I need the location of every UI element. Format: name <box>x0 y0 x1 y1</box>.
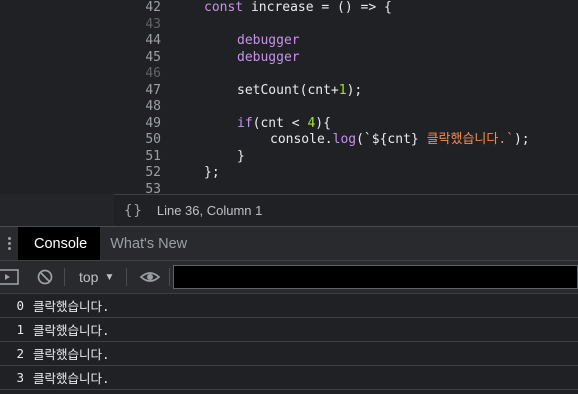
tab-whats-new[interactable]: What's New <box>100 227 197 260</box>
code-line-52: }; <box>204 165 220 180</box>
message-text: 클락했습니다. <box>33 299 110 314</box>
line-number[interactable]: 46 <box>121 66 161 83</box>
line-number-gutter: 42 43 44 45 46 47 48 49 50 51 52 53 <box>114 0 166 197</box>
tab-console[interactable]: Console <box>18 227 101 260</box>
line-number[interactable]: 42 <box>121 0 161 17</box>
code-text: increase = () => { <box>243 0 392 15</box>
code-keyword: debugger <box>237 49 300 65</box>
console-message: 1 클락했습니다. <box>0 318 578 342</box>
line-number[interactable]: 49 <box>121 116 161 133</box>
code-line-44: debugger <box>237 33 300 50</box>
console-message: 3 클락했습니다. <box>0 366 578 390</box>
code-keyword: const <box>204 0 244 15</box>
editor-status-bar: {} Line 36, Column 1 <box>114 194 578 226</box>
message-text: 클락했습니다. <box>33 323 110 338</box>
code-text: (cnt < <box>252 115 308 131</box>
code-text: ){ <box>315 115 331 131</box>
braces-icon[interactable]: {} <box>124 203 143 219</box>
code-text: (`${cnt} <box>356 132 427 147</box>
line-number[interactable]: 44 <box>121 33 161 50</box>
console-messages: 0 클락했습니다. 1 클락했습니다. 2 클락했습니다. 3 클락했습니다. <box>0 294 578 394</box>
clear-console-icon[interactable] <box>36 268 54 286</box>
chevron-down-icon: ▼ <box>104 271 115 283</box>
code-line-49: if(cnt < 4){ <box>237 116 331 133</box>
code-text: ); <box>346 82 363 98</box>
code-line-45: debugger <box>237 50 300 67</box>
source-editor[interactable]: 42 43 44 45 46 47 48 49 50 51 52 53 cons… <box>0 0 578 197</box>
code-keyword: debugger <box>237 33 300 48</box>
toolbar-divider <box>126 268 128 286</box>
message-count: 2 <box>16 346 24 361</box>
line-number[interactable]: 45 <box>121 50 161 67</box>
message-text: 클락했습니다. <box>33 371 110 386</box>
filter-input[interactable] <box>173 265 578 289</box>
line-number[interactable]: 50 <box>121 132 161 149</box>
code-number: 1 <box>338 82 347 98</box>
console-message: 0 클락했습니다. <box>0 294 578 318</box>
console-toolbar: top ▼ <box>0 260 578 294</box>
code-text: console. <box>270 132 333 147</box>
code-line-51: } <box>237 148 245 164</box>
drawer-tab-bar: Console What's New <box>0 226 578 260</box>
context-label: top <box>78 269 99 285</box>
line-number[interactable]: 51 <box>121 149 161 166</box>
code-line-42: const increase = () => { <box>204 0 392 17</box>
code-line-50: console.log(`${cnt} 클락했습니다.`); <box>270 132 530 149</box>
toolbar-divider <box>64 268 65 286</box>
code-keyword: if <box>237 115 253 131</box>
kebab-menu-icon[interactable] <box>0 227 18 260</box>
line-number[interactable]: 52 <box>121 165 161 182</box>
console-message: 2 클락했습니다. <box>0 342 578 366</box>
line-number[interactable]: 47 <box>121 83 161 100</box>
message-text: 클락했습니다. <box>33 347 110 362</box>
message-count: 3 <box>16 370 24 385</box>
message-count: 1 <box>16 322 24 337</box>
code-text: ); <box>513 132 530 147</box>
eye-icon[interactable] <box>139 268 161 286</box>
line-number[interactable]: 48 <box>121 99 161 116</box>
code-method: log <box>332 132 357 147</box>
code-string: 클락했습니다.` <box>426 132 514 147</box>
sidebar-toggle-icon[interactable] <box>0 268 20 286</box>
message-count: 0 <box>16 298 24 313</box>
code-text: setCount(cnt+ <box>237 82 339 98</box>
toolbar-divider <box>169 268 171 286</box>
code-line-47: setCount(cnt+1); <box>237 83 362 100</box>
code-area[interactable]: const increase = () => { debugger debugg… <box>170 0 578 194</box>
context-selector[interactable]: top ▼ <box>79 269 114 285</box>
line-number[interactable]: 43 <box>121 17 161 34</box>
cursor-position: Line 36, Column 1 <box>156 203 263 218</box>
